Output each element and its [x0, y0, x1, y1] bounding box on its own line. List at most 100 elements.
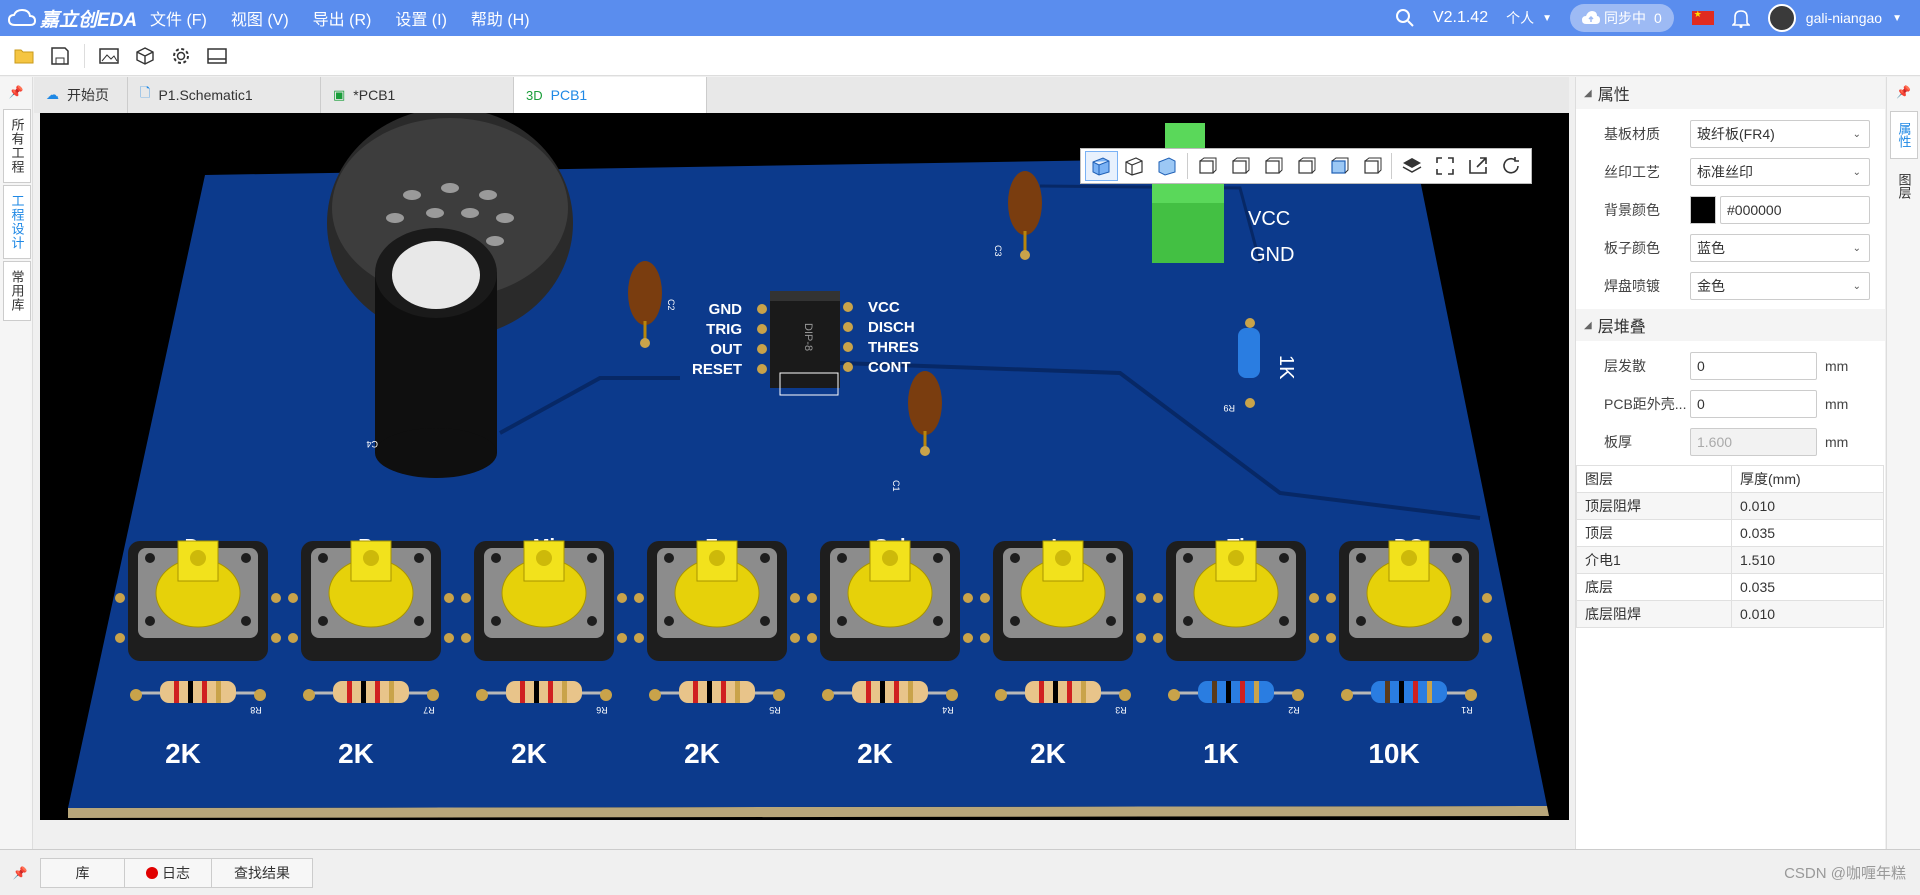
background-color-input[interactable]: #000000	[1720, 196, 1870, 224]
key-screw	[1010, 553, 1020, 563]
tab-pcb[interactable]: ▣ *PCB1	[321, 77, 514, 113]
left-tab-common-library[interactable]: 常用库	[3, 261, 31, 321]
prop-label: 丝印工艺	[1604, 164, 1660, 180]
key-stem-hole	[1055, 550, 1071, 566]
table-row[interactable]: 底层 0.035	[1576, 573, 1884, 601]
table-row[interactable]: 顶层 0.035	[1576, 519, 1884, 547]
resistor-body	[333, 681, 409, 703]
ic-pin-label: CONT	[868, 359, 911, 376]
resistor-band	[1212, 681, 1217, 703]
table-header-row: 图层 厚度(mm)	[1576, 465, 1884, 493]
resistor-body	[1198, 681, 1274, 703]
prop-pcb-to-enclosure: PCB距外壳... 0 mm	[1576, 385, 1885, 423]
avatar	[1767, 4, 1796, 32]
panel-toggle-icon[interactable]	[199, 41, 235, 71]
board-color-select[interactable]: 蓝色 ⌄	[1690, 234, 1870, 262]
chevron-down-icon: ⌄	[1852, 280, 1861, 292]
view-back-icon[interactable]	[1224, 151, 1257, 181]
china-flag-icon[interactable]	[1691, 9, 1714, 25]
pad	[476, 689, 488, 701]
table-row[interactable]: 介电1 1.510	[1576, 546, 1884, 574]
fullscreen-icon[interactable]	[1428, 151, 1461, 181]
pad-finish-select[interactable]: 金色 ⌄	[1690, 272, 1870, 300]
workspace-select[interactable]: 个人 ▼	[1506, 8, 1552, 28]
image-export-icon[interactable]	[91, 41, 127, 71]
pin-icon[interactable]: 📌	[0, 77, 32, 107]
resistor-band	[1226, 681, 1231, 703]
menu-help[interactable]: 帮助 (H)	[471, 6, 530, 30]
gear-icon[interactable]	[163, 41, 199, 71]
menu-export[interactable]: 导出 (R)	[313, 6, 372, 30]
view-wireframe-icon[interactable]	[1118, 151, 1151, 181]
app-logo[interactable]: 嘉立创EDA	[0, 5, 150, 32]
left-tab-all-projects[interactable]: 所有工程	[3, 109, 31, 183]
left-tab-project-design[interactable]: 工程设计	[3, 185, 31, 259]
bell-icon[interactable]	[1731, 8, 1750, 28]
3d-model-icon[interactable]	[127, 41, 163, 71]
view-top-icon[interactable]	[1322, 151, 1355, 181]
resistor-value-label: 2K	[511, 738, 547, 769]
right-tab-layers[interactable]: 图层	[1890, 163, 1918, 209]
menu-file[interactable]: 文件 (F)	[150, 6, 207, 30]
pad	[115, 593, 125, 603]
bottom-tab-search-results[interactable]: 查找结果	[211, 857, 313, 888]
resistor-band	[347, 681, 352, 703]
save-icon[interactable]	[42, 41, 78, 71]
open-folder-icon[interactable]	[6, 41, 42, 71]
ic-pin-label: GND	[709, 301, 743, 318]
view-front-icon[interactable]	[1191, 151, 1224, 181]
pad	[946, 689, 958, 701]
pad	[444, 593, 454, 603]
key-switch: Mi	[461, 536, 627, 661]
resistor-value-label: 1K	[1203, 738, 1239, 769]
tab-schematic[interactable]: 🗋 P1.Schematic1	[128, 77, 321, 113]
bottom-tab-log[interactable]: 日志	[124, 857, 212, 888]
layer-spread-input[interactable]: 0	[1690, 352, 1817, 380]
layers-icon[interactable]	[1395, 151, 1428, 181]
capacitor-ref: C1	[891, 480, 901, 492]
pin-icon[interactable]: 📌	[1887, 77, 1920, 107]
export-view-icon[interactable]	[1461, 151, 1494, 181]
pad	[963, 633, 973, 643]
electrolytic-capacitor	[375, 228, 497, 478]
menu-view[interactable]: 视图 (V)	[231, 6, 289, 30]
substrate-select[interactable]: 玻纤板(FR4) ⌄	[1690, 120, 1870, 148]
view-left-icon[interactable]	[1257, 151, 1290, 181]
pcb-to-enclosure-input[interactable]: 0	[1690, 390, 1817, 418]
3d-viewport[interactable]: C4 C3 C2 C1 DIP-8 GND TRIG OUT RESET VCC DIS	[40, 113, 1569, 820]
table-row[interactable]: 底层阻焊 0.010	[1576, 600, 1884, 628]
view-solid-icon[interactable]	[1151, 151, 1184, 181]
layer-thickness: 0.035	[1731, 519, 1884, 547]
key-stem-hole	[1228, 550, 1244, 566]
toolbar-divider	[1186, 153, 1188, 179]
view-bottom-icon[interactable]	[1355, 151, 1388, 181]
speaker-hole	[441, 183, 459, 193]
pin-icon[interactable]: 📌	[0, 866, 40, 880]
key-screw	[1279, 553, 1289, 563]
pad	[1136, 593, 1146, 603]
user-menu[interactable]: gali-niangao ▼	[1767, 4, 1902, 32]
view-iso-icon[interactable]	[1085, 151, 1118, 181]
document-tabs: ☁ 开始页 🗋 P1.Schematic1 ▣ *PCB1 3D PCB1	[34, 77, 1569, 113]
tab-3d-pcb[interactable]: 3D PCB1	[514, 77, 707, 113]
pad	[1482, 633, 1492, 643]
stackup-header[interactable]: ◢ 层堆叠	[1576, 309, 1885, 341]
ic-pin	[843, 342, 853, 352]
chevron-down-icon: ▼	[1892, 12, 1902, 24]
pad	[1326, 593, 1336, 603]
silkscreen-select[interactable]: 标准丝印 ⌄	[1690, 158, 1870, 186]
sync-status-button[interactable]: 同步中 0	[1570, 4, 1674, 32]
search-icon[interactable]	[1395, 8, 1415, 28]
menu-settings[interactable]: 设置 (I)	[395, 6, 447, 30]
bottom-tab-library[interactable]: 库	[40, 857, 125, 888]
view-right-icon[interactable]	[1290, 151, 1323, 181]
resistor-band	[866, 681, 871, 703]
ic-pin-label: VCC	[868, 299, 900, 316]
color-swatch[interactable]	[1690, 196, 1716, 224]
refresh-icon[interactable]	[1494, 151, 1527, 181]
tab-start-page[interactable]: ☁ 开始页	[34, 77, 128, 113]
table-row[interactable]: 顶层阻焊 0.010	[1576, 492, 1884, 520]
pad	[1326, 633, 1336, 643]
properties-header[interactable]: ◢ 属性	[1576, 77, 1885, 109]
right-tab-properties[interactable]: 属性	[1890, 111, 1918, 159]
